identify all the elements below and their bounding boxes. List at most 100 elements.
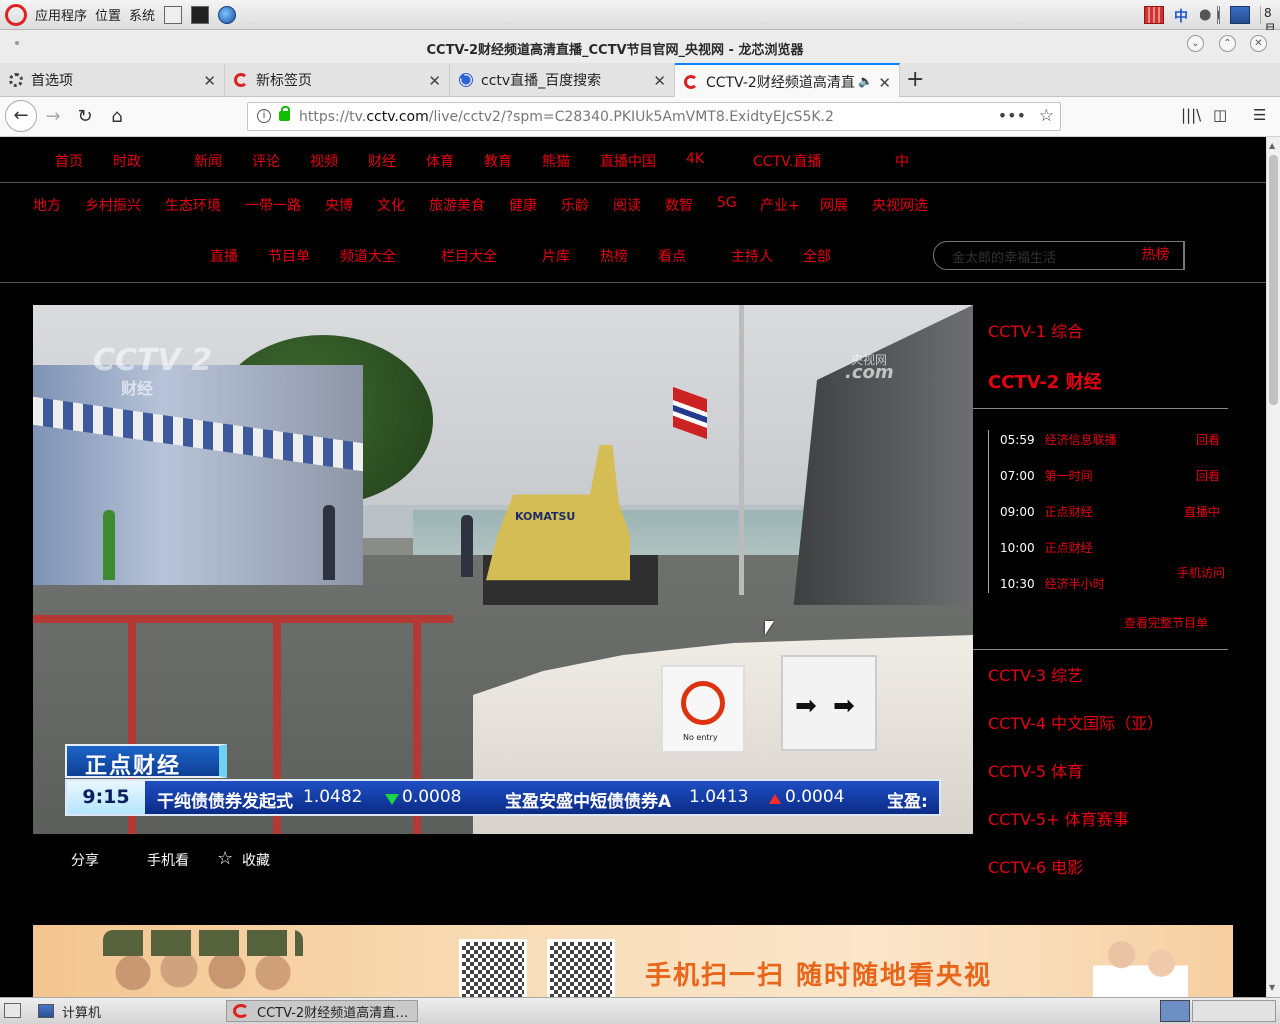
workspace-switcher-2[interactable]: [1192, 1000, 1276, 1022]
nav-link[interactable]: 直播中国: [600, 151, 656, 171]
scroll-up-icon[interactable]: ▲: [1269, 141, 1275, 150]
menu-places[interactable]: 位置: [95, 5, 121, 24]
schedule-row[interactable]: 09:00 正点财经: [1000, 503, 1093, 520]
lock-icon[interactable]: [279, 106, 290, 121]
nav-link[interactable]: 评论: [252, 151, 280, 171]
schedule-row[interactable]: 07:00 第一时间: [1000, 467, 1093, 484]
nav-link[interactable]: 看点: [658, 246, 686, 266]
volume-icon[interactable]: [1200, 6, 1220, 24]
taskbar-computer[interactable]: 计算机: [32, 1000, 101, 1022]
library-icon[interactable]: |||\: [1181, 106, 1201, 124]
nav-link[interactable]: 全部: [803, 246, 831, 266]
nav-link[interactable]: 时政: [113, 151, 141, 171]
schedule-row[interactable]: 10:30 经济半小时: [1000, 575, 1105, 592]
nav-link[interactable]: 旅游美食: [429, 195, 485, 215]
input-method-indicator[interactable]: 中: [1174, 6, 1188, 25]
reload-button[interactable]: ↻: [73, 105, 97, 129]
address-bar[interactable]: i https://tv.cctv.com/live/cctv2/?spm=C2…: [247, 102, 1061, 131]
favorite-button[interactable]: 收藏: [242, 850, 270, 870]
bookmark-star-icon[interactable]: ☆: [1039, 106, 1054, 126]
channel-cctv4[interactable]: CCTV-4 中文国际（亚）: [988, 710, 1163, 734]
search-input[interactable]: 金太郎的幸福生活: [952, 247, 1056, 266]
channel-cctv2[interactable]: CCTV-2 财经: [988, 368, 1102, 394]
workspace-switcher-1[interactable]: [1160, 1000, 1190, 1022]
nav-link[interactable]: 热榜: [600, 246, 628, 266]
close-icon[interactable]: ✕: [878, 74, 891, 92]
maximize-button[interactable]: ⌃: [1219, 35, 1236, 52]
nav-link[interactable]: 网展: [820, 195, 848, 215]
nav-link[interactable]: 频道大全: [340, 246, 396, 266]
nav-link[interactable]: 新闻: [194, 151, 222, 171]
channel-cctv6[interactable]: CCTV-6 电影: [988, 854, 1083, 878]
text-editor-launcher-icon[interactable]: [164, 5, 183, 24]
nav-link[interactable]: 健康: [509, 195, 537, 215]
home-button[interactable]: ⌂: [105, 105, 129, 129]
video-player[interactable]: KOMATSU No entry ➡ ➡ CCTV 2 财经 央视网 .com …: [33, 305, 973, 834]
back-button[interactable]: ←: [5, 100, 37, 132]
nav-link[interactable]: 阅读: [613, 195, 641, 215]
menu-system[interactable]: 系统: [129, 5, 155, 24]
scroll-down-icon[interactable]: ▼: [1269, 983, 1275, 992]
nav-link[interactable]: 教育: [484, 151, 512, 171]
nav-link[interactable]: 节目单: [268, 246, 310, 266]
tab-cctv2-live[interactable]: CCTV-2财经频道高清直 🔈 ✕: [675, 63, 900, 98]
nav-link[interactable]: CCTV.直播: [753, 151, 821, 171]
full-schedule-link[interactable]: 查看完整节目单: [1124, 614, 1208, 631]
forward-button[interactable]: →: [41, 105, 65, 129]
schedule-row[interactable]: 10:00 正点财经: [1000, 539, 1093, 556]
nav-link[interactable]: 直播: [210, 246, 238, 266]
channel-cctv5[interactable]: CCTV-5 体育: [988, 758, 1083, 782]
nav-link[interactable]: 熊猫: [542, 151, 570, 171]
nav-link[interactable]: 4K: [686, 151, 704, 167]
search-hot-button[interactable]: 热榜: [1128, 241, 1184, 270]
tab-new-tab[interactable]: 新标签页 ✕: [225, 63, 450, 97]
nav-link[interactable]: 体育: [426, 151, 454, 171]
channel-cctv5-plus[interactable]: CCTV-5+ 体育赛事: [988, 806, 1129, 830]
scrollbar-thumb[interactable]: [1269, 155, 1278, 405]
page-scrollbar[interactable]: ▲ ▼: [1266, 137, 1280, 997]
nav-link[interactable]: 乐龄: [561, 195, 589, 215]
star-icon[interactable]: ☆: [217, 848, 233, 869]
close-icon[interactable]: ✕: [428, 72, 441, 90]
nav-link[interactable]: 地方: [33, 195, 61, 215]
close-icon[interactable]: ✕: [653, 72, 666, 90]
browser-launcher-icon[interactable]: [218, 5, 237, 24]
nav-link[interactable]: 栏目大全: [441, 246, 497, 266]
nav-link[interactable]: 5G: [717, 195, 737, 211]
replay-link[interactable]: 回看: [1196, 431, 1220, 448]
page-actions-icon[interactable]: •••: [998, 106, 1026, 125]
hamburger-menu-icon[interactable]: ☰: [1253, 106, 1266, 124]
taskbar-browser[interactable]: CCTV-2财经频道高清直…: [226, 1000, 418, 1022]
replay-link[interactable]: 回看: [1196, 467, 1220, 484]
promo-banner[interactable]: 手机扫一扫 随时随地看央视: [33, 925, 1233, 997]
url-text[interactable]: https://tv.cctv.com/live/cctv2/?spm=C283…: [299, 109, 834, 125]
nav-link[interactable]: 数智: [665, 195, 693, 215]
nav-link[interactable]: 财经: [368, 151, 396, 171]
nav-link[interactable]: 乡村振兴: [85, 195, 141, 215]
clock[interactable]: 8月27日星期二 09:15: [1260, 6, 1280, 133]
nav-link[interactable]: 生态环境: [165, 195, 221, 215]
tab-preferences[interactable]: 首选项 ✕: [0, 63, 225, 97]
minimize-button[interactable]: ⌄: [1187, 35, 1204, 52]
site-info-icon[interactable]: i: [257, 109, 271, 123]
nav-link[interactable]: 央博: [325, 195, 353, 215]
close-window-button[interactable]: ✕: [1250, 35, 1267, 52]
close-icon[interactable]: ✕: [203, 72, 216, 90]
nav-link[interactable]: 一带一路: [245, 195, 301, 215]
nav-link[interactable]: 视频: [310, 151, 338, 171]
nav-link[interactable]: 片库: [542, 246, 570, 266]
nav-link[interactable]: 中: [895, 151, 909, 171]
mobile-access-link[interactable]: 手机访问: [1177, 564, 1225, 581]
channel-cctv3[interactable]: CCTV-3 综艺: [988, 662, 1083, 686]
menu-applications[interactable]: 应用程序: [35, 5, 87, 24]
system-logo-icon[interactable]: [5, 3, 27, 26]
nav-link[interactable]: 文化: [377, 195, 405, 215]
channel-cctv1[interactable]: CCTV-1 综合: [988, 318, 1083, 342]
tab-baidu-search[interactable]: cctv直播_百度搜索 ✕: [450, 63, 675, 97]
nav-link[interactable]: 央视网选: [872, 195, 928, 215]
terminal-launcher-icon[interactable]: [191, 5, 210, 24]
mobile-watch-button[interactable]: 手机看: [147, 850, 189, 870]
share-button[interactable]: 分享: [71, 850, 99, 870]
sidebar-icon[interactable]: ◫: [1213, 106, 1227, 124]
nav-link[interactable]: 首页: [55, 151, 83, 171]
